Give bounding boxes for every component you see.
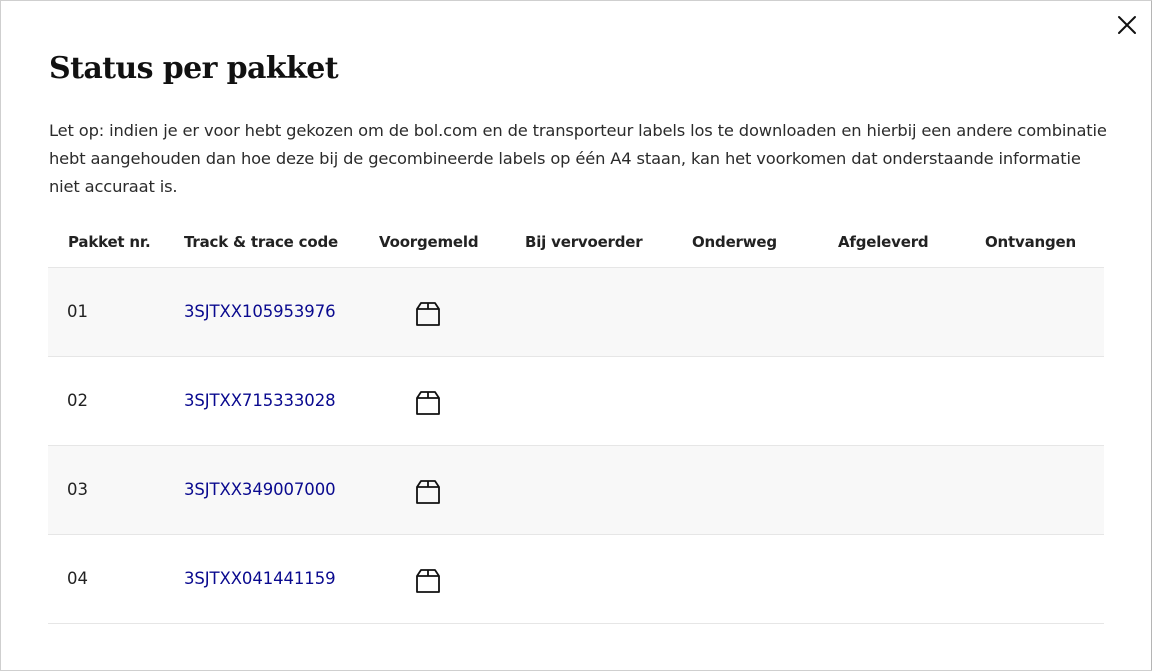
package-number: 04 — [67, 569, 88, 588]
header-afgeleverd: Afgeleverd — [838, 233, 929, 251]
package-icon — [416, 391, 440, 415]
track-trace-link[interactable]: 3SJTXX041441159 — [184, 569, 356, 588]
close-icon[interactable] — [1115, 13, 1139, 37]
track-trace-link[interactable]: 3SJTXX715333028 — [184, 391, 356, 410]
package-number: 03 — [67, 480, 88, 499]
track-trace-link[interactable]: 3SJTXX105953976 — [184, 302, 356, 321]
table-row: 02 3SJTXX715333028 — [48, 357, 1104, 446]
package-icon — [416, 569, 440, 593]
package-number: 02 — [67, 391, 88, 410]
header-pakket-nr: Pakket nr. — [68, 233, 151, 251]
table-row: 01 3SJTXX105953976 — [48, 268, 1104, 357]
header-bij-vervoerder: Bij vervoerder — [525, 233, 643, 251]
package-status-modal: Status per pakket Let op: indien je er v… — [0, 0, 1152, 671]
package-number: 01 — [67, 302, 88, 321]
header-voorgemeld: Voorgemeld — [379, 233, 479, 251]
header-onderweg: Onderweg — [692, 233, 777, 251]
table-row: 03 3SJTXX349007000 — [48, 446, 1104, 535]
header-track-trace: Track & trace code — [184, 233, 338, 251]
table-header: Pakket nr. Track & trace code Voorgemeld… — [48, 223, 1104, 268]
package-icon — [416, 302, 440, 326]
package-icon — [416, 480, 440, 504]
table-row: 04 3SJTXX041441159 — [48, 535, 1104, 624]
notice-text: Let op: indien je er voor hebt gekozen o… — [49, 121, 1107, 196]
package-status-table: Pakket nr. Track & trace code Voorgemeld… — [48, 223, 1104, 624]
header-ontvangen: Ontvangen — [985, 233, 1076, 251]
modal-title: Status per pakket — [49, 51, 339, 86]
track-trace-link[interactable]: 3SJTXX349007000 — [184, 480, 356, 499]
